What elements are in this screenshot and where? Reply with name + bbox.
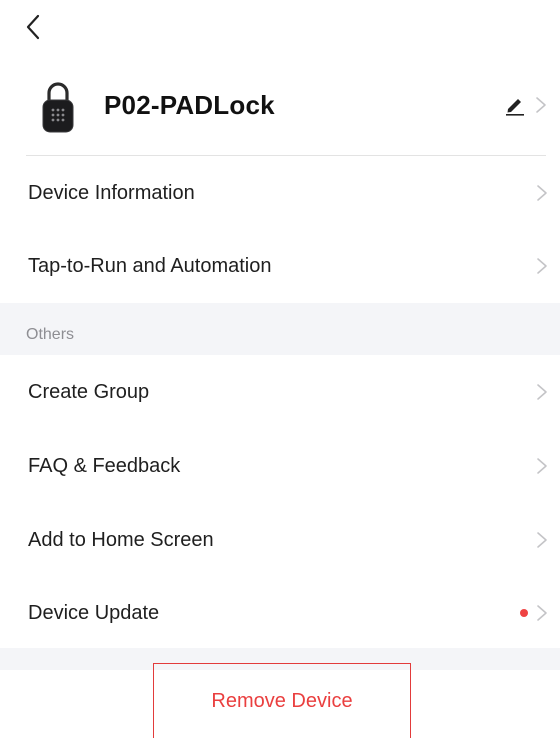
row-label: Tap-to-Run and Automation [28,254,272,277]
row-label: Device Information [28,181,195,204]
row-label: Create Group [28,380,150,403]
chevron-right-icon [537,185,547,201]
row-label: Add to Home Screen [28,528,214,551]
chevron-left-icon [26,14,40,40]
add-to-home-screen-row[interactable]: Add to Home Screen [0,503,560,577]
chevron-right-icon [537,532,547,548]
faq-feedback-row[interactable]: FAQ & Feedback [0,429,560,503]
padlock-icon [42,82,74,133]
chevron-right-icon [536,97,546,113]
pencil-icon[interactable] [504,94,526,116]
chevron-right-icon [537,258,547,274]
device-update-row[interactable]: Device Update [0,576,560,650]
row-label: FAQ & Feedback [28,454,181,477]
row-label: Device Update [28,601,160,624]
chevron-right-icon [537,605,547,621]
tap-to-run-row[interactable]: Tap-to-Run and Automation [0,229,560,303]
remove-device-label: Remove Device [211,689,353,712]
chevron-right-icon [537,458,547,474]
device-information-row[interactable]: Device Information [0,156,560,230]
create-group-row[interactable]: Create Group [0,355,560,429]
update-badge-dot [520,609,528,617]
device-header[interactable]: P02-PADLock [0,70,560,146]
device-name: P02-PADLock [104,90,275,120]
section-header-others: Others [0,303,560,355]
section-title: Others [26,326,75,343]
back-button[interactable] [18,10,48,44]
chevron-right-icon [537,384,547,400]
remove-device-button[interactable]: Remove Device [153,663,411,738]
top-bar [0,0,560,60]
